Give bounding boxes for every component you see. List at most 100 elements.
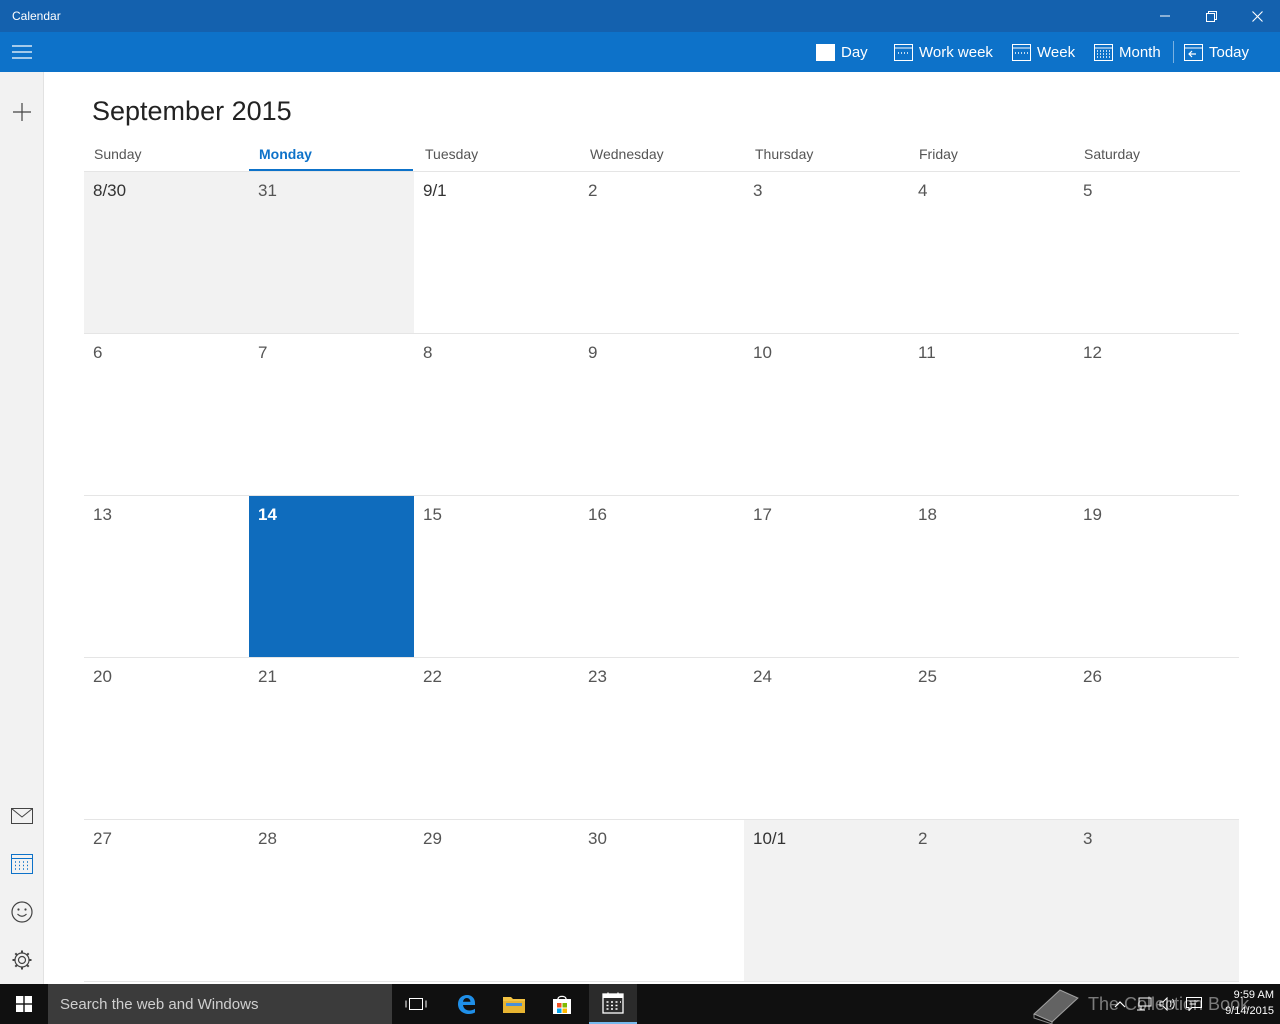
day-number: 2 (918, 829, 928, 848)
day-number: 13 (93, 505, 112, 524)
day-number: 28 (258, 829, 277, 848)
calendar-taskbar-button[interactable] (589, 984, 637, 1024)
taskbar-search-input[interactable] (48, 984, 392, 1024)
view-week-button[interactable]: Week (1012, 32, 1075, 72)
day-cell[interactable]: 8 (414, 334, 579, 496)
day-number: 22 (423, 667, 442, 686)
taskbar: The Collection Book 9:59 AM 9/14/2015 (0, 984, 1280, 1024)
show-hidden-icons-button[interactable] (1108, 984, 1132, 1024)
edge-browser-button[interactable] (442, 984, 490, 1024)
day-number: 9 (588, 343, 598, 362)
day-number: 26 (1083, 667, 1102, 686)
day-cell[interactable]: 4 (909, 172, 1074, 334)
day-cell[interactable]: 28 (249, 820, 414, 982)
hamburger-icon (12, 45, 32, 59)
day-cell[interactable]: 15 (414, 496, 579, 658)
day-number: 11 (918, 343, 936, 362)
settings-button[interactable] (0, 938, 44, 982)
day-number: 18 (918, 505, 937, 524)
day-number: 3 (1083, 829, 1093, 848)
day-cell[interactable]: 10/1 (744, 820, 909, 982)
mail-button[interactable] (0, 794, 44, 838)
day-number: 24 (753, 667, 772, 686)
day-cell[interactable]: 22 (414, 658, 579, 820)
volume-button[interactable] (1156, 984, 1180, 1024)
day-number: 5 (1083, 181, 1093, 200)
new-event-button[interactable] (0, 90, 44, 134)
start-button[interactable] (0, 984, 48, 1024)
calendar-month-icon (1094, 43, 1113, 61)
toolbar-separator (1173, 41, 1174, 63)
day-cell[interactable]: 18 (909, 496, 1074, 658)
action-center-button[interactable] (1182, 984, 1206, 1024)
day-number: 8 (423, 343, 433, 362)
day-number: 8/30 (93, 181, 127, 200)
view-workweek-label: Work week (919, 43, 993, 61)
network-button[interactable] (1132, 984, 1156, 1024)
day-cell[interactable]: 10 (744, 334, 909, 496)
minimize-button[interactable] (1142, 0, 1188, 32)
file-explorer-button[interactable] (490, 984, 538, 1024)
day-cell[interactable]: 19 (1074, 496, 1239, 658)
day-cell[interactable]: 25 (909, 658, 1074, 820)
clock-date: 9/14/2015 (1225, 1005, 1274, 1017)
day-number: 31 (258, 181, 277, 200)
day-cell[interactable]: 5 (1074, 172, 1239, 334)
day-cell[interactable]: 13 (84, 496, 249, 658)
day-number: 15 (423, 505, 442, 524)
day-cell[interactable]: 12 (1074, 334, 1239, 496)
weekday-thursday: Thursday (755, 146, 814, 162)
day-number: 20 (93, 667, 112, 686)
day-cell[interactable]: 11 (909, 334, 1074, 496)
calendar-icon (602, 992, 624, 1014)
day-cell[interactable]: 3 (744, 172, 909, 334)
day-cell[interactable]: 26 (1074, 658, 1239, 820)
minimize-icon (1160, 15, 1170, 17)
calendar-today-icon (1184, 43, 1203, 61)
day-cell[interactable]: 2 (909, 820, 1074, 982)
day-cell[interactable]: 21 (249, 658, 414, 820)
feedback-button[interactable] (0, 890, 44, 934)
day-cell[interactable]: 6 (84, 334, 249, 496)
day-cell[interactable]: 20 (84, 658, 249, 820)
store-button[interactable] (538, 984, 586, 1024)
day-cell[interactable]: 24 (744, 658, 909, 820)
task-view-button[interactable] (392, 984, 440, 1024)
close-button[interactable] (1234, 0, 1280, 32)
restore-button[interactable] (1188, 0, 1234, 32)
day-cell[interactable]: 23 (579, 658, 744, 820)
day-cell[interactable]: 29 (414, 820, 579, 982)
title-bar: Calendar (0, 0, 1280, 32)
taskbar-clock[interactable]: 9:59 AM 9/14/2015 (1210, 987, 1274, 1019)
calendar-app-button[interactable] (0, 842, 44, 886)
view-day-button[interactable]: Day (816, 32, 868, 72)
day-cell[interactable]: 17 (744, 496, 909, 658)
today-cell[interactable]: 14 (249, 496, 414, 658)
day-number: 7 (258, 343, 268, 362)
day-cell[interactable]: 2 (579, 172, 744, 334)
day-number: 10/1 (753, 829, 787, 848)
day-number: 3 (753, 181, 763, 200)
weekday-sunday: Sunday (94, 146, 142, 162)
day-cell[interactable]: 7 (249, 334, 414, 496)
day-cell[interactable]: 31 (249, 172, 414, 334)
today-button[interactable]: Today (1184, 32, 1249, 72)
day-cell[interactable]: 8/30 (84, 172, 249, 334)
speaker-icon (1159, 997, 1175, 1011)
day-cell[interactable]: 27 (84, 820, 249, 982)
day-cell[interactable]: 16 (579, 496, 744, 658)
day-cell[interactable]: 30 (579, 820, 744, 982)
day-cell[interactable]: 9/1 (414, 172, 579, 334)
day-cell[interactable]: 9 (579, 334, 744, 496)
weekday-wednesday: Wednesday (590, 146, 664, 162)
day-cell[interactable]: 3 (1074, 820, 1239, 982)
day-number: 30 (588, 829, 607, 848)
view-day-label: Day (841, 43, 868, 61)
menu-button[interactable] (0, 32, 44, 72)
view-month-button[interactable]: Month (1094, 32, 1161, 72)
plus-icon (13, 103, 31, 121)
day-number: 23 (588, 667, 607, 686)
clock-time: 9:59 AM (1233, 989, 1274, 1001)
view-workweek-button[interactable]: Work week (894, 32, 993, 72)
calendar-icon (11, 854, 33, 874)
